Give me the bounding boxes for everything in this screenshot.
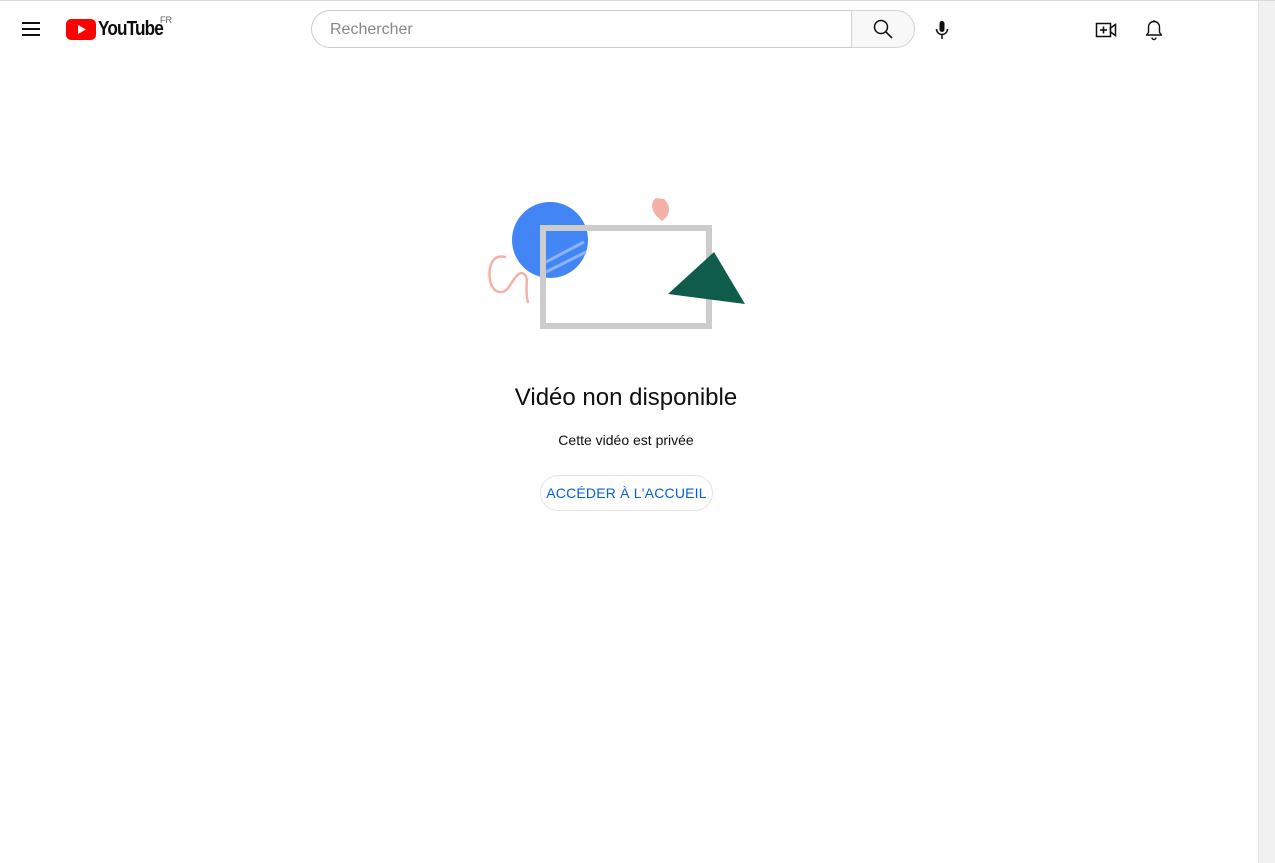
page-scrollbar[interactable] — [1258, 1, 1275, 863]
country-code: FR — [160, 15, 172, 25]
search-icon — [873, 19, 893, 39]
youtube-logo-icon — [66, 18, 96, 40]
go-home-button[interactable]: ACCÉDER À L'ACCUEIL — [540, 475, 713, 511]
hamburger-menu-icon — [22, 22, 40, 24]
error-reason: Cette vidéo est privée — [558, 432, 694, 448]
youtube-logo-link[interactable]: YouTube — [66, 17, 174, 41]
blue-circle-shape — [512, 202, 588, 278]
search-button[interactable] — [851, 10, 915, 48]
guide-menu-button[interactable] — [11, 9, 51, 49]
hamburger-line — [22, 34, 40, 36]
microphone-icon — [935, 21, 949, 39]
video-unavailable-illustration — [488, 198, 745, 329]
search-input[interactable] — [328, 11, 842, 49]
search-box — [311, 10, 851, 49]
video-camera-plus-icon — [1095, 22, 1117, 38]
voice-search-button[interactable] — [922, 10, 962, 50]
error-title: Vidéo non disponible — [514, 384, 738, 411]
hamburger-line — [22, 28, 40, 30]
notifications-button[interactable] — [1134, 10, 1174, 50]
bell-icon — [1145, 20, 1163, 41]
create-video-button[interactable] — [1086, 10, 1126, 50]
masthead: YouTube FR — [0, 1, 1258, 57]
half-circle-shape — [652, 198, 669, 221]
green-triangle-shape — [668, 252, 745, 304]
logo-wordmark: YouTube — [98, 17, 164, 40]
